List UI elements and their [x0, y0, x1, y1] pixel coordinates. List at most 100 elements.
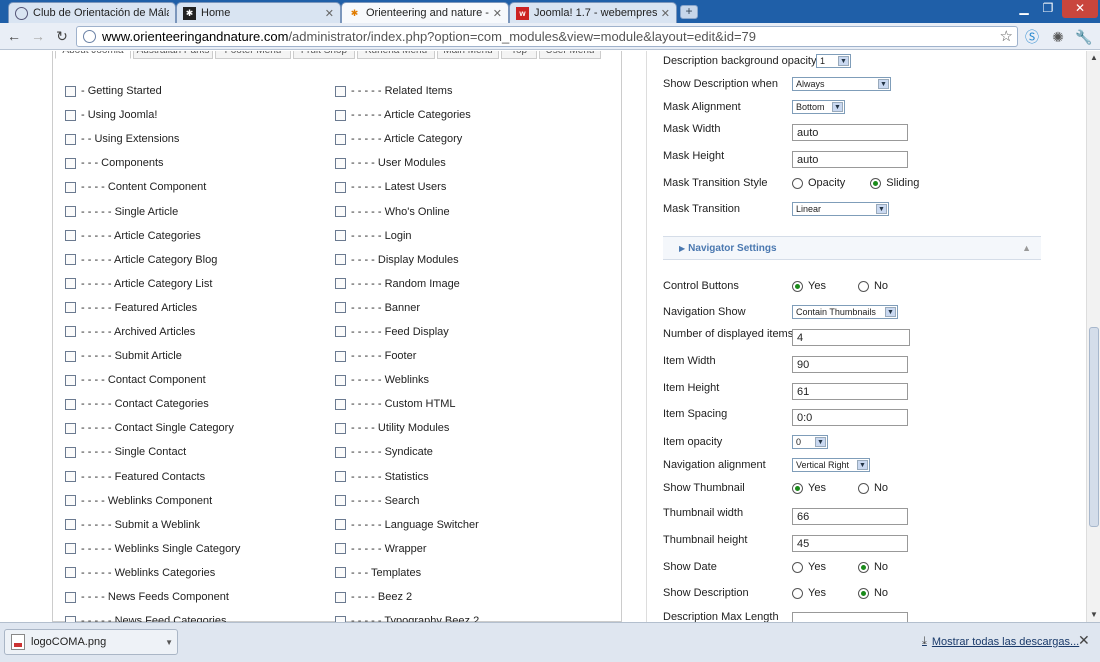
menu-item-checkbox[interactable] — [335, 422, 346, 434]
menu-item-checkbox[interactable] — [65, 495, 76, 507]
show-date-yes-radio[interactable] — [792, 561, 803, 573]
thumb-height-input[interactable]: 45 — [792, 535, 908, 552]
close-icon[interactable]: ✕ — [493, 7, 502, 20]
item-spacing-input[interactable]: 0:0 — [792, 409, 908, 426]
desc-max-length-input[interactable] — [792, 612, 908, 622]
menu-item[interactable]: - - - - - Article Categories — [65, 224, 240, 248]
menu-item[interactable]: - - - - - Statistics — [335, 465, 479, 489]
show-description-no-radio[interactable] — [857, 587, 869, 599]
menu-item[interactable]: - - - - - News Feed Categories — [65, 609, 240, 622]
menu-item[interactable]: - - - - - Article Categories — [335, 103, 479, 127]
mask-height-input[interactable]: auto — [792, 151, 908, 168]
menu-item-checkbox[interactable] — [335, 591, 346, 603]
skype-extension-icon[interactable]: Ⓢ — [1022, 27, 1042, 47]
show-date-no-radio[interactable] — [857, 561, 869, 573]
reload-icon[interactable]: ↻ — [52, 27, 72, 47]
show-description-yes-radio[interactable] — [792, 587, 803, 599]
tab-kunena-menu[interactable]: Kunena Menu — [357, 51, 435, 59]
menu-item[interactable]: - - - - - Submit a Weblink — [65, 513, 240, 537]
menu-item[interactable]: - - - - - Login — [335, 224, 479, 248]
menu-item[interactable]: - - - - - Article Category Blog — [65, 248, 240, 272]
menu-item[interactable]: - - - - - Feed Display — [335, 320, 479, 344]
control-buttons-no-radio[interactable] — [857, 280, 869, 292]
menu-item[interactable]: - - - - - Who's Online — [335, 199, 479, 223]
menu-item-checkbox[interactable] — [65, 543, 76, 555]
tab-home[interactable]: ✱ Home ✕ — [176, 2, 341, 23]
menu-item-checkbox[interactable] — [335, 302, 346, 314]
menu-item[interactable]: - - - - Content Component — [65, 175, 240, 199]
chevron-down-icon[interactable]: ▼ — [165, 638, 173, 647]
menu-item-checkbox[interactable] — [65, 109, 76, 121]
menu-item-checkbox[interactable] — [335, 374, 346, 386]
menu-item[interactable]: - - - - - Search — [335, 489, 479, 513]
tab-about-joomla[interactable]: About Joomla — [55, 51, 131, 59]
menu-item[interactable]: - - - Components — [65, 151, 240, 175]
menu-item-checkbox[interactable] — [335, 157, 346, 169]
extension-icon[interactable]: ✺ — [1048, 27, 1068, 47]
menu-item-checkbox[interactable] — [65, 302, 76, 314]
menu-item-checkbox[interactable] — [65, 206, 76, 218]
close-icon[interactable]: ✕ — [1078, 632, 1090, 649]
menu-item-checkbox[interactable] — [65, 85, 76, 97]
menu-item[interactable]: - - - - - Related Items — [335, 79, 479, 103]
menu-item-checkbox[interactable] — [335, 543, 346, 555]
menu-item[interactable]: - - - - - Latest Users — [335, 175, 479, 199]
menu-item[interactable]: - - - - - Single Contact — [65, 440, 240, 464]
menu-item-checkbox[interactable] — [335, 446, 346, 458]
back-arrow-icon[interactable]: ← — [4, 27, 24, 47]
menu-item[interactable]: - - - - - Featured Contacts — [65, 465, 240, 489]
bookmark-star-icon[interactable]: ☆ — [1000, 27, 1013, 45]
menu-item[interactable]: - - - - Weblinks Component — [65, 489, 240, 513]
menu-item[interactable]: - - - - - Footer — [335, 344, 479, 368]
tab-orienteering-admin[interactable]: ✱ Orienteering and nature - Adm ✕ — [341, 2, 509, 23]
opacity-radio[interactable] — [792, 177, 803, 189]
menu-item[interactable]: - - - - - Featured Articles — [65, 296, 240, 320]
control-buttons-yes-radio[interactable] — [792, 280, 803, 292]
mask-transition-select[interactable]: Linear ▼ — [792, 202, 889, 216]
menu-item[interactable]: - - - - News Feeds Component — [65, 585, 240, 609]
nav-alignment-select[interactable]: Vertical Right ▼ — [792, 458, 870, 472]
thumb-width-input[interactable]: 66 — [792, 508, 908, 525]
menu-item-checkbox[interactable] — [65, 181, 76, 193]
menu-item[interactable]: - - - - - Weblinks Categories — [65, 561, 240, 585]
show-desc-when-select[interactable]: Always ▼ — [792, 77, 891, 91]
menu-item[interactable]: - - - - - Syndicate — [335, 440, 479, 464]
menu-item[interactable]: - - - - - Article Category — [335, 127, 479, 151]
collapse-up-icon[interactable]: ▲ — [1022, 243, 1031, 253]
menu-item[interactable]: - - - - - Weblinks Single Category — [65, 537, 240, 561]
menu-item[interactable]: - - - - - Typography Beez 2 — [335, 609, 479, 622]
forward-arrow-icon[interactable]: → — [28, 27, 48, 47]
menu-item-checkbox[interactable] — [335, 85, 346, 97]
tab-main-menu[interactable]: Main Menu — [437, 51, 499, 59]
tab-webempresa[interactable]: w Joomla! 1.7 - webempresa joo ✕ — [509, 2, 677, 23]
menu-item-checkbox[interactable] — [65, 157, 76, 169]
menu-item-checkbox[interactable] — [65, 471, 76, 483]
scroll-down-icon[interactable]: ▼ — [1087, 608, 1100, 622]
desc-bg-opacity-select[interactable]: 1 ▼ — [816, 54, 851, 68]
minimize-icon[interactable]: ▁ — [1012, 0, 1036, 18]
address-bar[interactable]: www.orienteeringandnature.com/administra… — [76, 26, 1018, 47]
show-all-downloads-link[interactable]: ⤓ Mostrar todas las descargas... — [922, 635, 1079, 648]
menu-item[interactable]: - - - - - Wrapper — [335, 537, 479, 561]
menu-item-checkbox[interactable] — [335, 278, 346, 290]
new-tab-button[interactable]: + — [680, 5, 698, 19]
menu-item-checkbox[interactable] — [65, 567, 76, 579]
menu-item[interactable]: - - - - Contact Component — [65, 368, 240, 392]
tab-australian-parks[interactable]: Australian Parks — [133, 51, 213, 59]
menu-item[interactable]: - - - - - Submit Article — [65, 344, 240, 368]
menu-item[interactable]: - - - - - Article Category List — [65, 272, 240, 296]
menu-item-checkbox[interactable] — [65, 230, 76, 242]
mask-width-input[interactable]: auto — [792, 124, 908, 141]
menu-item[interactable]: - - - - - Weblinks — [335, 368, 479, 392]
menu-item-checkbox[interactable] — [65, 591, 76, 603]
menu-item[interactable]: - - - - - Single Article — [65, 199, 240, 223]
menu-item[interactable]: - - - - Display Modules — [335, 248, 479, 272]
tab-top[interactable]: Top — [501, 51, 537, 59]
navigator-settings-header[interactable]: ▶ Navigator Settings ▲ — [663, 236, 1041, 260]
sliding-radio[interactable] — [870, 177, 882, 189]
menu-item-checkbox[interactable] — [65, 350, 76, 362]
item-width-input[interactable]: 90 — [792, 356, 908, 373]
restore-icon[interactable]: ❐ — [1036, 0, 1060, 18]
page-scrollbar[interactable]: ▲ ▼ — [1086, 51, 1100, 622]
tab-club-orientacion[interactable]: Club de Orientación de Málaga — [8, 2, 176, 23]
